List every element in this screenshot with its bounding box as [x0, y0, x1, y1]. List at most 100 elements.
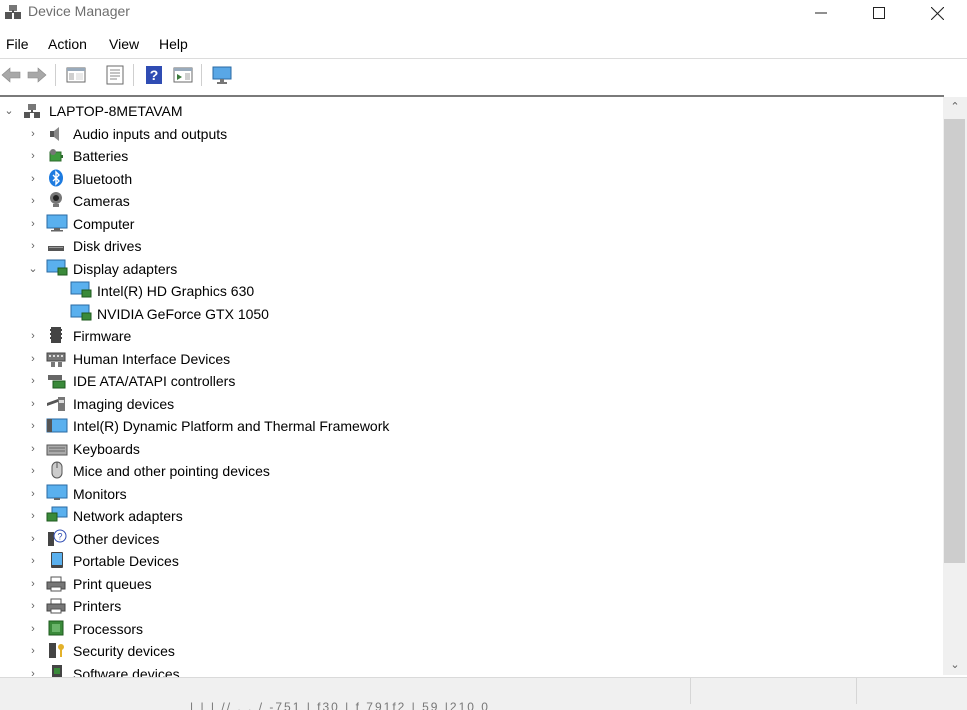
menu-file[interactable]: File: [6, 36, 29, 52]
chevron-right-icon[interactable]: ›: [28, 444, 38, 455]
minimize-button[interactable]: [792, 0, 850, 26]
chevron-right-icon[interactable]: ›: [28, 354, 38, 365]
chevron-right-icon[interactable]: ›: [28, 376, 38, 387]
unknown-device-icon: ?: [48, 529, 67, 546]
tree-item-printers[interactable]: › Printers: [0, 595, 940, 617]
forward-button[interactable]: [26, 64, 48, 86]
tree-item-label: Intel(R) Dynamic Platform and Thermal Fr…: [73, 418, 390, 434]
chevron-right-icon[interactable]: ›: [28, 579, 38, 590]
tree-item-display-adapters[interactable]: ⌄ Display adapters: [0, 258, 940, 280]
imaging-device-icon: [47, 397, 65, 411]
device-tree: ⌄ LAPTOP-8METAVAM › Audio inputs and out…: [0, 95, 944, 679]
status-bar: | | | // , , / -751 | f30 | f 791f2 | 59…: [0, 677, 967, 710]
help-icon: ?: [146, 66, 162, 84]
scan-hardware-button[interactable]: [211, 64, 233, 86]
close-button[interactable]: [908, 0, 966, 26]
chevron-down-icon[interactable]: ⌄: [4, 106, 14, 117]
tree-item-ide-ata[interactable]: › IDE ATA/ATAPI controllers: [0, 370, 940, 392]
menu-bar: File Action View Help: [0, 33, 967, 57]
chevron-right-icon[interactable]: ›: [28, 241, 38, 252]
tree-item-processors[interactable]: › Processors: [0, 618, 940, 640]
tree-item-label: Monitors: [73, 486, 127, 502]
tree-item-network-adapters[interactable]: › Network adapters: [0, 505, 940, 527]
vertical-scrollbar[interactable]: ⌃ ⌄: [943, 97, 967, 675]
action-pane-button[interactable]: [172, 64, 194, 86]
toolbar-separator: [133, 64, 134, 86]
svg-text:?: ?: [57, 532, 62, 542]
chevron-right-icon[interactable]: ›: [28, 534, 38, 545]
chevron-right-icon[interactable]: ›: [28, 624, 38, 635]
chevron-down-icon[interactable]: ⌄: [28, 264, 38, 275]
tree-item-imaging[interactable]: › Imaging devices: [0, 393, 940, 415]
tree-item-label: Processors: [73, 621, 144, 637]
tree-item-disk-drives[interactable]: › Disk drives: [0, 235, 940, 257]
menu-view[interactable]: View: [109, 36, 139, 52]
tree-item-other-devices[interactable]: › ? Other devices: [0, 528, 940, 550]
show-hide-console-tree-button[interactable]: [65, 64, 87, 86]
scroll-down-icon[interactable]: ⌄: [943, 655, 967, 675]
chevron-right-icon[interactable]: ›: [28, 129, 38, 140]
back-arrow-icon: [1, 67, 21, 83]
properties-icon: [106, 65, 124, 85]
security-key-icon: [49, 643, 64, 658]
tree-item-nvidia-gtx-1050[interactable]: NVIDIA GeForce GTX 1050: [0, 303, 940, 325]
tree-item-keyboards[interactable]: › Keyboards: [0, 438, 940, 460]
toolbar: ?: [0, 58, 967, 93]
tree-item-label: Bluetooth: [73, 171, 133, 187]
menu-help[interactable]: Help: [159, 36, 188, 52]
tree-root[interactable]: ⌄ LAPTOP-8METAVAM: [0, 100, 940, 122]
chevron-right-icon[interactable]: ›: [28, 219, 38, 230]
maximize-button[interactable]: [850, 0, 908, 26]
properties-button[interactable]: [104, 64, 126, 86]
chevron-right-icon[interactable]: ›: [28, 601, 38, 612]
tree-item-audio[interactable]: › Audio inputs and outputs: [0, 123, 940, 145]
tree-item-label: Batteries: [73, 148, 129, 164]
chevron-right-icon[interactable]: ›: [28, 646, 38, 657]
tree-item-label: Display adapters: [73, 261, 178, 277]
toolbar-separator: [201, 64, 202, 86]
network-adapter-icon: [46, 506, 68, 522]
tree-item-print-queues[interactable]: › Print queues: [0, 573, 940, 595]
back-button[interactable]: [0, 64, 22, 86]
chevron-right-icon[interactable]: ›: [28, 331, 38, 342]
tree-item-batteries[interactable]: › Batteries: [0, 145, 940, 167]
chevron-right-icon[interactable]: ›: [28, 466, 38, 477]
battery-icon: [49, 149, 63, 162]
bluetooth-icon: [49, 169, 63, 187]
display-adapter-icon: [70, 304, 92, 321]
menu-action[interactable]: Action: [48, 36, 87, 52]
tree-item-computer[interactable]: › Computer: [0, 213, 940, 235]
tree-item-security-devices[interactable]: › Security devices: [0, 640, 940, 662]
chevron-right-icon[interactable]: ›: [28, 556, 38, 567]
tree-item-firmware[interactable]: › Firmware: [0, 325, 940, 347]
tree-item-label: Network adapters: [73, 508, 183, 524]
chevron-right-icon[interactable]: ›: [28, 421, 38, 432]
scrollbar-thumb[interactable]: [944, 119, 965, 563]
tree-item-label: Print queues: [73, 576, 152, 592]
tree-item-intel-dptf[interactable]: › Intel(R) Dynamic Platform and Thermal …: [0, 415, 940, 437]
chevron-right-icon[interactable]: ›: [28, 489, 38, 500]
chevron-right-icon[interactable]: ›: [28, 399, 38, 410]
chevron-right-icon[interactable]: ›: [28, 174, 38, 185]
display-adapter-icon: [70, 281, 92, 298]
processor-icon: [48, 620, 64, 636]
tree-item-cameras[interactable]: › Cameras: [0, 190, 940, 212]
tree-item-label: Disk drives: [73, 238, 142, 254]
tree-item-label: Audio inputs and outputs: [73, 126, 228, 142]
tree-item-mice[interactable]: › Mice and other pointing devices: [0, 460, 940, 482]
forward-arrow-icon: [27, 67, 47, 83]
chevron-right-icon[interactable]: ›: [28, 511, 38, 522]
tree-item-hid[interactable]: › Human Interface Devices: [0, 348, 940, 370]
tree-item-bluetooth[interactable]: › Bluetooth: [0, 168, 940, 190]
tree-item-label: Intel(R) HD Graphics 630: [97, 283, 255, 299]
tree-item-monitors[interactable]: › Monitors: [0, 483, 940, 505]
help-button[interactable]: ?: [143, 64, 165, 86]
chevron-right-icon[interactable]: ›: [28, 151, 38, 162]
tree-item-label: Security devices: [73, 643, 175, 659]
minimize-icon: [815, 12, 827, 14]
scroll-up-icon[interactable]: ⌃: [943, 97, 967, 117]
tree-item-portable-devices[interactable]: › Portable Devices: [0, 550, 940, 572]
svg-text:?: ?: [150, 67, 159, 83]
chevron-right-icon[interactable]: ›: [28, 196, 38, 207]
tree-item-intel-hd-630[interactable]: Intel(R) HD Graphics 630: [0, 280, 940, 302]
